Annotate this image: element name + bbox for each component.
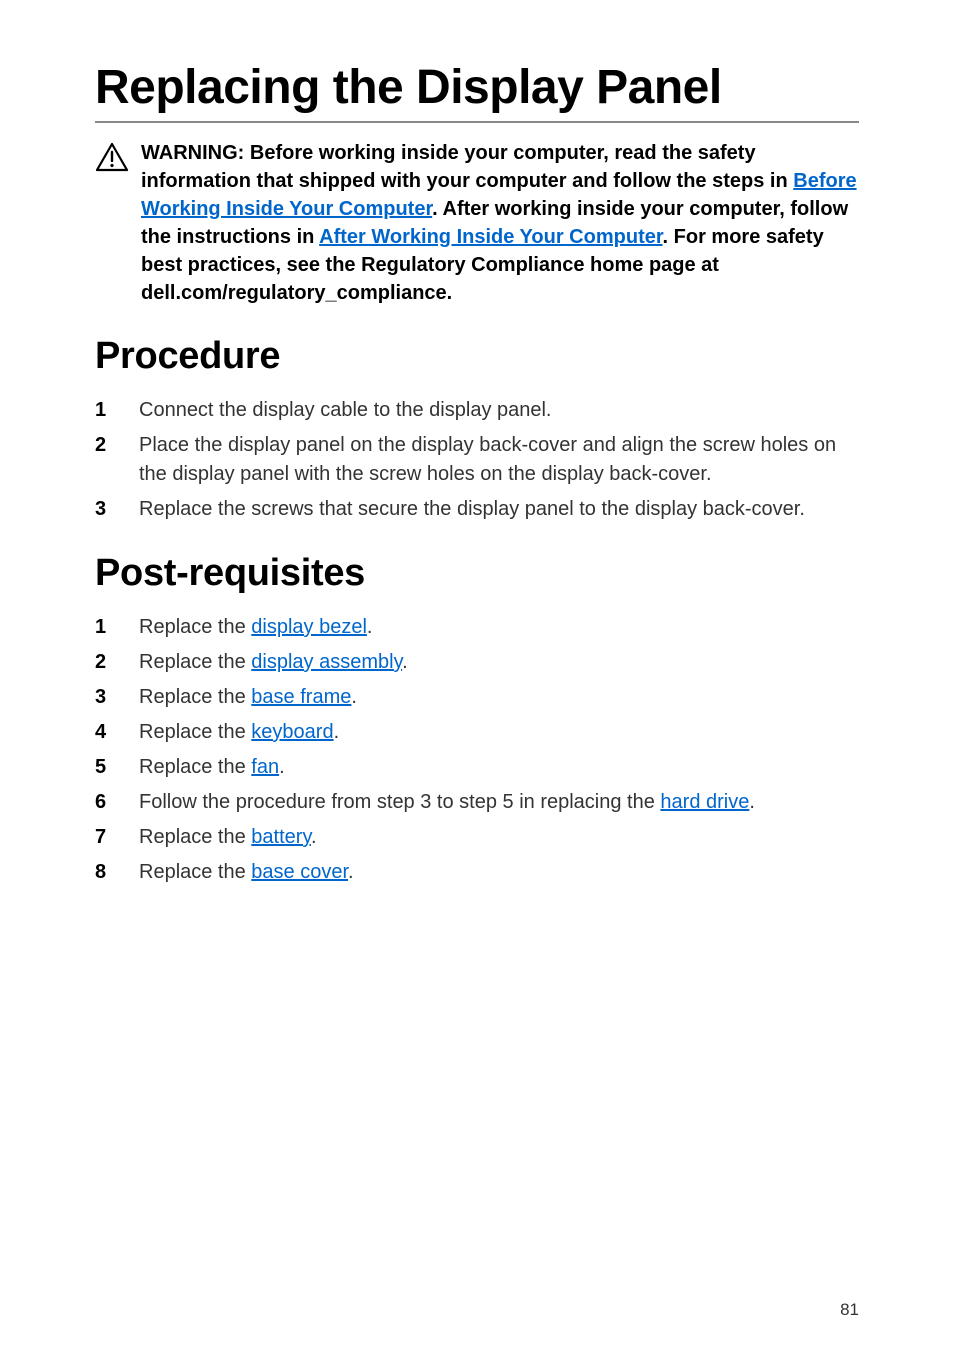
list-item: 1 Connect the display cable to the displ… <box>139 396 859 425</box>
item-number: 8 <box>95 858 123 887</box>
item-pre: Replace the <box>139 686 251 708</box>
link-display-assembly[interactable]: display assembly <box>251 651 402 673</box>
link-display-bezel[interactable]: display bezel <box>251 616 367 638</box>
link-keyboard[interactable]: keyboard <box>251 721 333 743</box>
list-item: 5 Replace the fan. <box>139 753 859 782</box>
item-number: 2 <box>95 431 123 460</box>
warning-prefix: WARNING: Before working inside your comp… <box>141 142 793 192</box>
item-pre: Replace the <box>139 651 251 673</box>
link-base-cover[interactable]: base cover <box>251 861 348 883</box>
item-pre: Replace the <box>139 721 251 743</box>
list-item: 7 Replace the battery. <box>139 823 859 852</box>
link-fan[interactable]: fan <box>251 756 279 778</box>
postreq-list: 1 Replace the display bezel. 2 Replace t… <box>95 613 859 887</box>
item-post: . <box>334 721 340 743</box>
link-base-frame[interactable]: base frame <box>251 686 351 708</box>
item-number: 1 <box>95 396 123 425</box>
page-number: 81 <box>840 1300 859 1320</box>
warning-block: WARNING: Before working inside your comp… <box>95 139 859 307</box>
item-text: Place the display panel on the display b… <box>139 434 836 485</box>
list-item: 4 Replace the keyboard. <box>139 718 859 747</box>
list-item: 3 Replace the screws that secure the dis… <box>139 495 859 524</box>
item-number: 5 <box>95 753 123 782</box>
item-number: 1 <box>95 613 123 642</box>
postreq-heading: Post-requisites <box>95 552 859 595</box>
list-item: 2 Replace the display assembly. <box>139 648 859 677</box>
list-item: 6 Follow the procedure from step 3 to st… <box>139 788 859 817</box>
link-battery[interactable]: battery <box>251 826 311 848</box>
item-post: . <box>348 861 354 883</box>
item-post: . <box>367 616 373 638</box>
item-post: . <box>402 651 408 673</box>
item-post: . <box>351 686 357 708</box>
list-item: 2 Place the display panel on the display… <box>139 431 859 489</box>
item-number: 3 <box>95 683 123 712</box>
item-post: . <box>749 791 755 813</box>
item-post: . <box>311 826 317 848</box>
item-number: 3 <box>95 495 123 524</box>
warning-triangle-icon <box>95 142 129 172</box>
item-number: 4 <box>95 718 123 747</box>
item-pre: Follow the procedure from step 3 to step… <box>139 791 660 813</box>
list-item: 1 Replace the display bezel. <box>139 613 859 642</box>
item-number: 6 <box>95 788 123 817</box>
procedure-list: 1 Connect the display cable to the displ… <box>95 396 859 524</box>
link-after-working[interactable]: After Working Inside Your Computer <box>319 226 662 248</box>
list-item: 3 Replace the base frame. <box>139 683 859 712</box>
item-number: 2 <box>95 648 123 677</box>
item-pre: Replace the <box>139 756 251 778</box>
item-pre: Replace the <box>139 826 251 848</box>
item-text: Connect the display cable to the display… <box>139 399 552 421</box>
warning-text: WARNING: Before working inside your comp… <box>141 139 859 307</box>
list-item: 8 Replace the base cover. <box>139 858 859 887</box>
link-hard-drive[interactable]: hard drive <box>660 791 749 813</box>
item-pre: Replace the <box>139 861 251 883</box>
item-post: . <box>279 756 285 778</box>
page-title: Replacing the Display Panel <box>95 60 859 123</box>
item-text: Replace the screws that secure the displ… <box>139 498 805 520</box>
item-pre: Replace the <box>139 616 251 638</box>
procedure-heading: Procedure <box>95 335 859 378</box>
item-number: 7 <box>95 823 123 852</box>
